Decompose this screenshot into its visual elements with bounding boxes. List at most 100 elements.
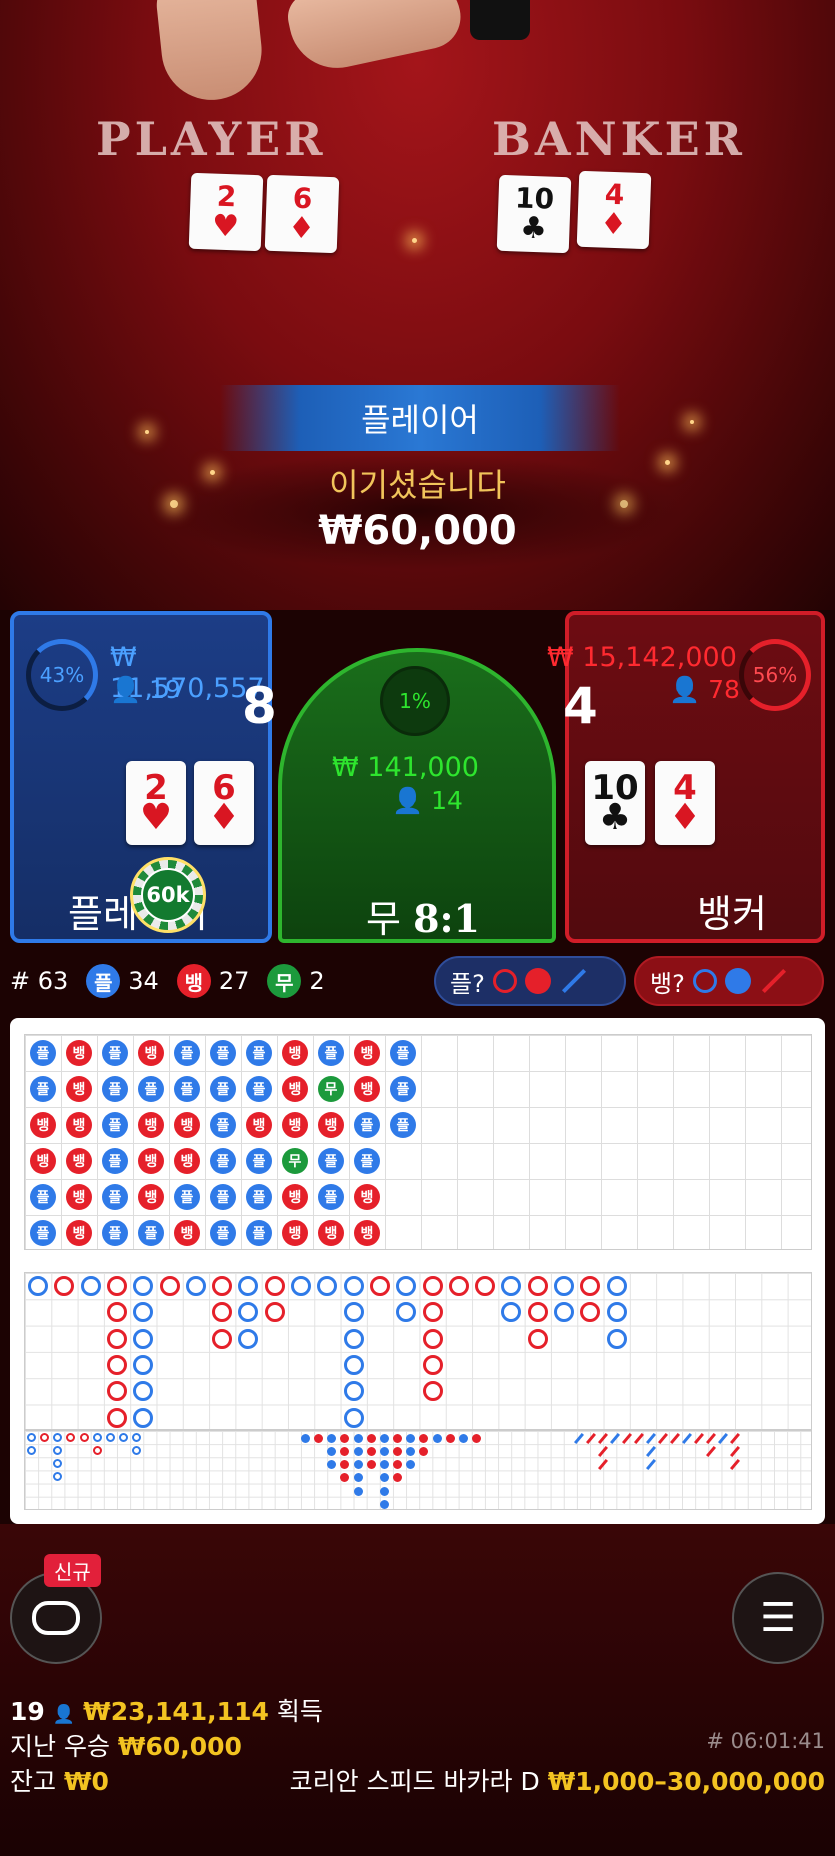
bead: 뱅 [282,1040,308,1066]
small-road-mark [92,1446,102,1456]
big-road-mark [580,1302,601,1323]
bead: 뱅 [174,1220,200,1246]
bead: 뱅 [354,1220,380,1246]
big-road-mark [28,1276,48,1296]
big-eye-mark [406,1460,416,1470]
bead: 플 [174,1040,200,1066]
small-road-mark [53,1446,63,1456]
cockroach-mark [645,1432,657,1445]
big-eye-mark [379,1499,389,1509]
big-road-mark [212,1328,233,1349]
bead: 뱅 [138,1040,164,1066]
cockroach-mark [681,1432,693,1445]
player-predict-button[interactable]: 플? [434,956,626,1006]
derived-roads [24,1430,812,1510]
big-road-mark [80,1276,101,1296]
bead: 무 [318,1076,344,1102]
big-eye-mark [353,1473,363,1483]
menu-button[interactable]: ☰ [732,1572,824,1664]
small-road-mark [27,1433,36,1442]
banker-bet-spot[interactable]: ₩ 15,142,000 👤 78 56% 4 10 ♣ 4 ♦ 뱅커 [547,611,825,943]
balance-row: 잔고 ₩0 [10,1767,109,1796]
bead: 플 [354,1148,380,1174]
big-road-mark [106,1328,127,1349]
player-percent-ring: 43% [26,639,98,711]
bead: 뱅 [282,1076,308,1102]
big-eye-mark [393,1447,403,1457]
bead: 뱅 [138,1148,164,1174]
big-eye-mark [340,1460,350,1470]
shoe-stats: # 63 플 34 뱅 27 무 2 [10,964,325,998]
game-id: # 06:01:41 [706,1729,825,1753]
big-eye-mark [340,1447,350,1457]
big-road-mark [422,1354,443,1375]
big-road-mark [343,1328,364,1349]
small-road-mark [79,1433,89,1442]
small-road-mark [132,1433,142,1442]
big-road-mark [475,1276,496,1296]
big-eye-mark [379,1473,389,1483]
big-eye-mark [353,1434,363,1443]
big-road-mark [133,1276,154,1296]
cockroach-mark [585,1432,597,1445]
big-road-mark [422,1381,443,1402]
big-road-mark [106,1276,127,1296]
cockroach-mark [705,1432,717,1445]
bead: 플 [246,1148,272,1174]
big-road-mark [133,1354,154,1375]
predict-small-dot-icon [524,968,551,994]
banker-score: 4 [563,677,598,735]
predict-big-ring-icon [492,969,517,993]
big-road-mark [554,1302,574,1323]
live-video: PLAYER BANKER 2 ♥ 6 ♦ 10 ♣ 4 ♦ 플레이어 이기셨습니다 ₩… [0,0,835,610]
tie-bet-spot[interactable]: 1% ₩ 141,000 👤 14 무 8:1 [278,648,556,943]
big-eye-mark [393,1473,403,1483]
predict-small-dot-icon [724,968,751,994]
tie-count: 2 [309,967,325,995]
player-count: 34 [128,967,159,995]
small-road-mark [27,1446,36,1456]
bead: 플 [390,1040,416,1066]
bead: 뱅 [282,1112,308,1138]
bead-road: 플뱅플뱅플플플뱅플뱅플플뱅플플플플플뱅무뱅플뱅뱅플뱅뱅플뱅뱅뱅플플뱅뱅플뱅뱅플플… [24,1034,812,1250]
cockroach-mark [729,1432,741,1445]
big-road-mark [343,1276,364,1296]
small-road-mark [66,1433,76,1442]
big-road-mark [606,1302,627,1323]
bead: 플 [354,1112,380,1138]
table-banker-label: BANKER [492,112,746,166]
small-road-mark [53,1459,63,1469]
bead: 플 [246,1184,272,1210]
cockroach-mark [657,1432,669,1445]
small-road-mark [40,1433,50,1442]
bead: 플 [102,1076,128,1102]
cockroach-mark [633,1432,645,1445]
big-road-mark [343,1381,364,1402]
dealer-hand-right [283,0,467,77]
big-eye-mark [366,1460,376,1470]
bead: 뱅 [318,1112,344,1138]
big-eye-mark [406,1447,416,1457]
placed-chip[interactable]: 60k [130,857,206,933]
predict-big-ring-icon [692,969,717,993]
roadmap-board[interactable]: 플뱅플뱅플플플뱅플뱅플플뱅플플플플플뱅무뱅플뱅뱅플뱅뱅플뱅뱅뱅플플뱅뱅플뱅뱅플플… [10,1018,825,1524]
cockroach-mark [729,1459,741,1471]
big-road-mark [422,1276,443,1296]
bead: 플 [174,1076,200,1102]
bead: 뱅 [174,1112,200,1138]
big-road-mark [238,1276,259,1296]
tie-percent-ring: 1% [380,666,450,736]
big-eye-mark [327,1447,337,1457]
bead: 뱅 [138,1184,164,1210]
big-eye-mark [379,1434,389,1443]
small-road-mark [132,1446,142,1456]
big-road-mark [212,1302,233,1323]
banker-predict-button[interactable]: 뱅? [634,956,824,1006]
banker-card: 10 ♣ [585,761,645,845]
player-score: 8 [242,677,277,735]
round-number: # 63 [10,967,69,995]
banker-percent-ring: 56% [739,639,811,711]
big-road-mark [527,1302,548,1323]
bead: 뱅 [246,1112,272,1138]
bead: 뱅 [354,1076,380,1102]
